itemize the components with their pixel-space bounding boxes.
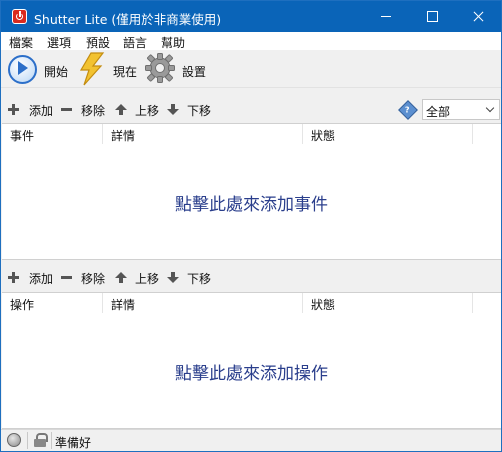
status-text: 準備好 <box>55 436 92 450</box>
start-button[interactable]: 開始 <box>5 52 71 86</box>
event-filter-select[interactable]: 全部 <box>422 99 500 120</box>
maximize-button[interactable] <box>409 1 455 32</box>
add-event-button[interactable]: 添加 <box>29 102 53 119</box>
column-status[interactable]: 狀態 <box>303 293 473 313</box>
column-action[interactable]: 操作 <box>2 293 103 313</box>
remove-event-button[interactable]: 移除 <box>81 102 105 119</box>
app-power-icon <box>12 9 27 24</box>
add-action-button[interactable]: 添加 <box>29 270 53 287</box>
move-down-event-button[interactable]: 下移 <box>187 102 211 119</box>
settings-button[interactable]: 設置 <box>144 52 210 86</box>
column-details[interactable]: 詳情 <box>103 124 303 144</box>
remove-event-icon[interactable] <box>61 104 73 116</box>
close-button[interactable] <box>455 1 501 32</box>
globe-icon[interactable] <box>7 433 21 447</box>
play-icon <box>5 52 39 86</box>
actions-toolbar: 添加 移除 上移 下移 <box>1 266 501 289</box>
lightning-icon <box>77 52 111 86</box>
events-column-header: 事件 詳情 狀態 <box>2 124 501 144</box>
settings-label: 設置 <box>182 65 207 79</box>
move-up-event-button[interactable]: 上移 <box>135 102 159 119</box>
move-down-action-button[interactable]: 下移 <box>187 270 211 287</box>
add-action-icon[interactable] <box>8 272 20 284</box>
lock-icon[interactable] <box>34 433 48 447</box>
now-label: 現在 <box>113 65 138 79</box>
move-down-event-icon[interactable] <box>167 104 179 116</box>
menu-help[interactable]: 幫助 <box>161 34 185 51</box>
move-down-action-icon[interactable] <box>167 272 179 284</box>
filter-value: 全部 <box>426 105 451 119</box>
status-divider <box>51 432 52 449</box>
title-bar[interactable]: Shutter Lite (僅用於非商業使用) <box>1 1 501 32</box>
menu-file[interactable]: 檔案 <box>9 34 33 51</box>
menu-language[interactable]: 語言 <box>123 34 147 51</box>
start-label: 開始 <box>44 65 69 79</box>
column-event[interactable]: 事件 <box>2 124 103 144</box>
window-title: Shutter Lite (僅用於非商業使用) <box>34 12 222 27</box>
add-event-icon[interactable] <box>8 104 20 116</box>
add-event-hint[interactable]: 點擊此處來添加事件 <box>2 190 501 215</box>
chevron-down-icon <box>485 103 495 113</box>
gear-icon <box>144 52 178 86</box>
actions-column-header: 操作 詳情 狀態 <box>2 293 501 313</box>
move-up-event-icon[interactable] <box>115 104 127 116</box>
move-up-action-button[interactable]: 上移 <box>135 270 159 287</box>
remove-action-icon[interactable] <box>61 272 73 284</box>
minimize-button[interactable] <box>363 1 409 32</box>
menu-presets[interactable]: 預設 <box>86 34 110 51</box>
remove-action-button[interactable]: 移除 <box>81 270 105 287</box>
column-status[interactable]: 狀態 <box>303 124 473 144</box>
actions-list[interactable]: 操作 詳情 狀態 點擊此處來添加操作 <box>2 292 501 429</box>
app-window: Shutter Lite (僅用於非商業使用) 檔案 選項 預設 語言 幫助 開… <box>0 0 502 452</box>
now-button[interactable]: 現在 <box>77 52 141 86</box>
events-list[interactable]: 事件 詳情 狀態 點擊此處來添加事件 <box>2 123 501 260</box>
main-toolbar: 開始 現在 設置 <box>1 50 501 88</box>
menu-bar: 檔案 選項 預設 語言 幫助 <box>1 32 501 50</box>
filter-icon: ? <box>398 100 418 120</box>
events-toolbar: 添加 移除 上移 下移 ? 全部 <box>1 98 501 121</box>
add-action-hint[interactable]: 點擊此處來添加操作 <box>2 359 501 384</box>
move-up-action-icon[interactable] <box>115 272 127 284</box>
status-bar: 準備好 <box>1 429 501 451</box>
menu-options[interactable]: 選項 <box>47 34 71 51</box>
status-divider <box>27 432 28 449</box>
column-details[interactable]: 詳情 <box>103 293 303 313</box>
